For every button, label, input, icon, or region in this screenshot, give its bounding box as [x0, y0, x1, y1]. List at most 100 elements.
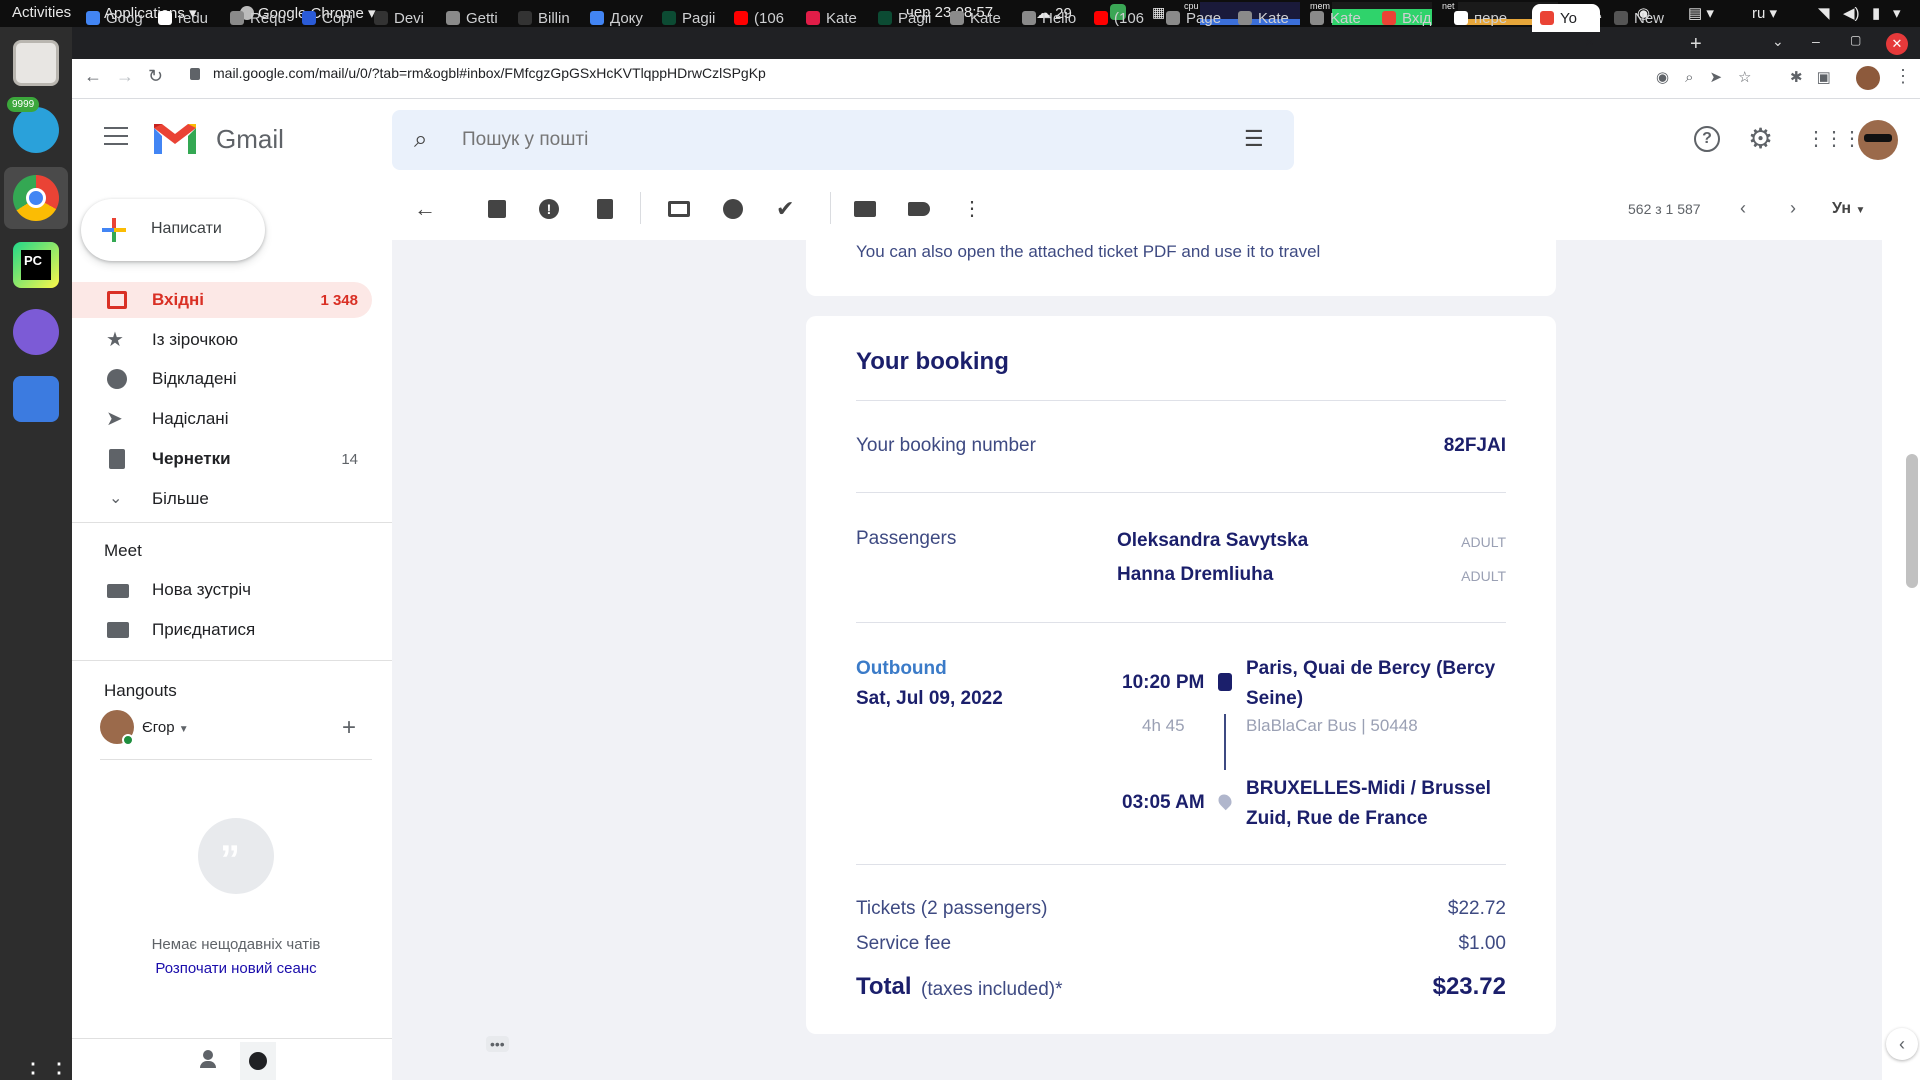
forward-icon[interactable]: → — [116, 66, 134, 87]
scrollbar-track[interactable] — [1882, 240, 1920, 1080]
search-options-icon[interactable]: ☰ — [1244, 126, 1264, 152]
bus-icon — [1218, 673, 1232, 691]
sidebar-item[interactable]: Чернетки 14 — [72, 441, 372, 477]
browser-menu-icon[interactable]: ⋮ — [1894, 66, 1912, 87]
move-to-icon[interactable] — [852, 196, 878, 222]
scrollbar-thumb[interactable] — [1906, 454, 1918, 588]
browser-tab[interactable]: Kate — [1302, 4, 1370, 32]
sidebar-item[interactable]: Вхідні 1 348 — [72, 282, 372, 318]
browser-tab[interactable]: Yo — [1532, 4, 1600, 32]
snooze-clock-icon[interactable] — [720, 196, 746, 222]
chrome-app-icon[interactable] — [13, 175, 59, 221]
label-icon[interactable] — [906, 196, 932, 222]
tab-favicon-icon — [734, 11, 748, 25]
older-icon[interactable]: › — [1790, 198, 1796, 219]
browser-tab[interactable]: Pagii — [654, 4, 722, 32]
close-window-button[interactable]: ✕ — [1886, 33, 1908, 55]
back-to-inbox-icon[interactable]: ← — [414, 196, 436, 222]
telegram-badge: 9999 — [7, 97, 40, 112]
browser-tab[interactable]: Hello — [1014, 4, 1082, 32]
sidebar-item[interactable]: Відкладені — [72, 361, 372, 397]
browser-tab[interactable]: Page — [1158, 4, 1226, 32]
power-menu-icon[interactable]: ▾ — [1893, 4, 1901, 22]
telegram-app-icon[interactable]: 9999 — [7, 97, 59, 153]
sidebar-item[interactable]: ⌄ Більше — [72, 481, 372, 517]
activities-button[interactable]: Activities — [12, 4, 71, 21]
browser-tab[interactable]: Вхід — [1374, 4, 1442, 32]
gmail-logo-icon[interactable] — [152, 122, 198, 156]
minimize-button[interactable]: – — [1812, 33, 1820, 49]
clipboard-icon[interactable]: ▤ ▾ — [1688, 4, 1714, 22]
files-app-icon[interactable] — [13, 40, 59, 86]
browser-tab[interactable]: пере — [1446, 4, 1514, 32]
start-new-session-link[interactable]: Розпочати новий сеанс — [72, 960, 400, 977]
apps-grid-icon[interactable]: ⋮⋮⋮ — [1806, 126, 1862, 151]
delete-icon[interactable] — [592, 196, 618, 222]
browser-tab[interactable]: Copi — [294, 4, 362, 32]
address-bar[interactable]: mail.google.com/mail/u/0/?tab=rm&ogbl#in… — [213, 65, 766, 81]
browser-tab[interactable]: Kate — [942, 4, 1010, 32]
browser-tab[interactable]: New — [1606, 4, 1674, 32]
report-spam-icon[interactable]: ! — [536, 196, 562, 222]
hangouts-tab[interactable] — [240, 1042, 276, 1080]
browser-tab[interactable]: Devi — [366, 4, 434, 32]
input-tools-button[interactable]: Ун ▼ — [1832, 200, 1865, 218]
maximize-button[interactable]: ▢ — [1850, 33, 1861, 47]
show-trimmed-content-icon[interactable]: ••• — [486, 1036, 509, 1052]
keyboard-layout[interactable]: ru ▾ — [1752, 4, 1777, 22]
close-tab-icon[interactable]: ✕ — [1584, 34, 1595, 50]
join-meeting-link[interactable]: Приєднатися — [152, 620, 255, 640]
more-actions-icon[interactable]: ⋮ — [962, 196, 982, 221]
browser-tab[interactable]: redu — [150, 4, 218, 32]
show-apps-icon[interactable]: ⋮⋮ — [20, 1057, 72, 1089]
browser-tab[interactable]: Getti — [438, 4, 506, 32]
browser-tab[interactable]: Kate — [1230, 4, 1298, 32]
address-bar-actions[interactable]: ◉⌕➤☆ — [1656, 68, 1768, 86]
browser-tab[interactable]: Pagii — [870, 4, 938, 32]
sidebar-item[interactable]: ➤ Надіслані — [72, 401, 372, 437]
passenger-type: ADULT — [1461, 534, 1506, 550]
account-avatar[interactable] — [1858, 120, 1898, 160]
search-input[interactable] — [462, 126, 1162, 154]
search-icon[interactable]: ⌕ — [414, 126, 427, 154]
hangouts-user[interactable]: Єгор ▼ — [142, 719, 189, 736]
mark-unread-icon[interactable] — [666, 196, 692, 222]
browser-tab[interactable]: (106 — [726, 4, 794, 32]
screenshot-app-icon[interactable] — [13, 376, 59, 422]
hangouts-avatar[interactable] — [100, 710, 134, 746]
wifi-icon[interactable]: ◥ — [1818, 4, 1830, 22]
volume-icon[interactable]: ◀) — [1843, 4, 1860, 22]
lock-icon[interactable] — [190, 68, 200, 80]
extensions-icons[interactable]: ✱▣ — [1790, 68, 1845, 86]
browser-tab[interactable]: Goog — [78, 4, 146, 32]
browser-tab[interactable]: (106 — [1086, 4, 1154, 32]
browser-globe-app-icon[interactable] — [13, 309, 59, 355]
archive-icon[interactable] — [484, 196, 510, 222]
new-meeting-link[interactable]: Нова зустріч — [152, 580, 251, 600]
contacts-icon[interactable] — [200, 1050, 216, 1068]
settings-gear-icon[interactable]: ⚙ — [1748, 122, 1773, 155]
battery-icon[interactable]: ▮ — [1872, 4, 1880, 22]
tab-label: пере — [1474, 9, 1508, 27]
tab-favicon-icon — [1310, 11, 1324, 25]
browser-tab[interactable]: Доку — [582, 4, 650, 32]
sidebar-item[interactable]: ★ Із зірочкою — [72, 322, 372, 358]
add-to-tasks-icon[interactable]: ✔ — [776, 196, 802, 222]
browser-tab[interactable]: Requ — [222, 4, 290, 32]
divider — [856, 864, 1506, 865]
browser-tab[interactable]: Kate — [798, 4, 866, 32]
profile-avatar[interactable] — [1856, 66, 1880, 90]
new-tab-button[interactable]: + — [1690, 33, 1702, 56]
help-icon[interactable]: ? — [1694, 126, 1720, 152]
tab-search-icon[interactable]: ⌄ — [1772, 33, 1784, 50]
side-panel-toggle-icon[interactable]: ‹ — [1886, 1028, 1918, 1060]
add-chat-icon[interactable]: + — [342, 714, 356, 742]
pycharm-app-icon[interactable]: PC — [13, 242, 59, 288]
compose-button[interactable]: Написати — [81, 199, 265, 261]
back-icon[interactable]: ← — [84, 66, 102, 87]
browser-tab[interactable]: Billin — [510, 4, 578, 32]
reload-icon[interactable]: ↻ — [148, 66, 163, 87]
tab-label: Page — [1186, 9, 1222, 27]
main-menu-icon[interactable] — [104, 127, 128, 145]
newer-icon[interactable]: ‹ — [1740, 198, 1746, 219]
